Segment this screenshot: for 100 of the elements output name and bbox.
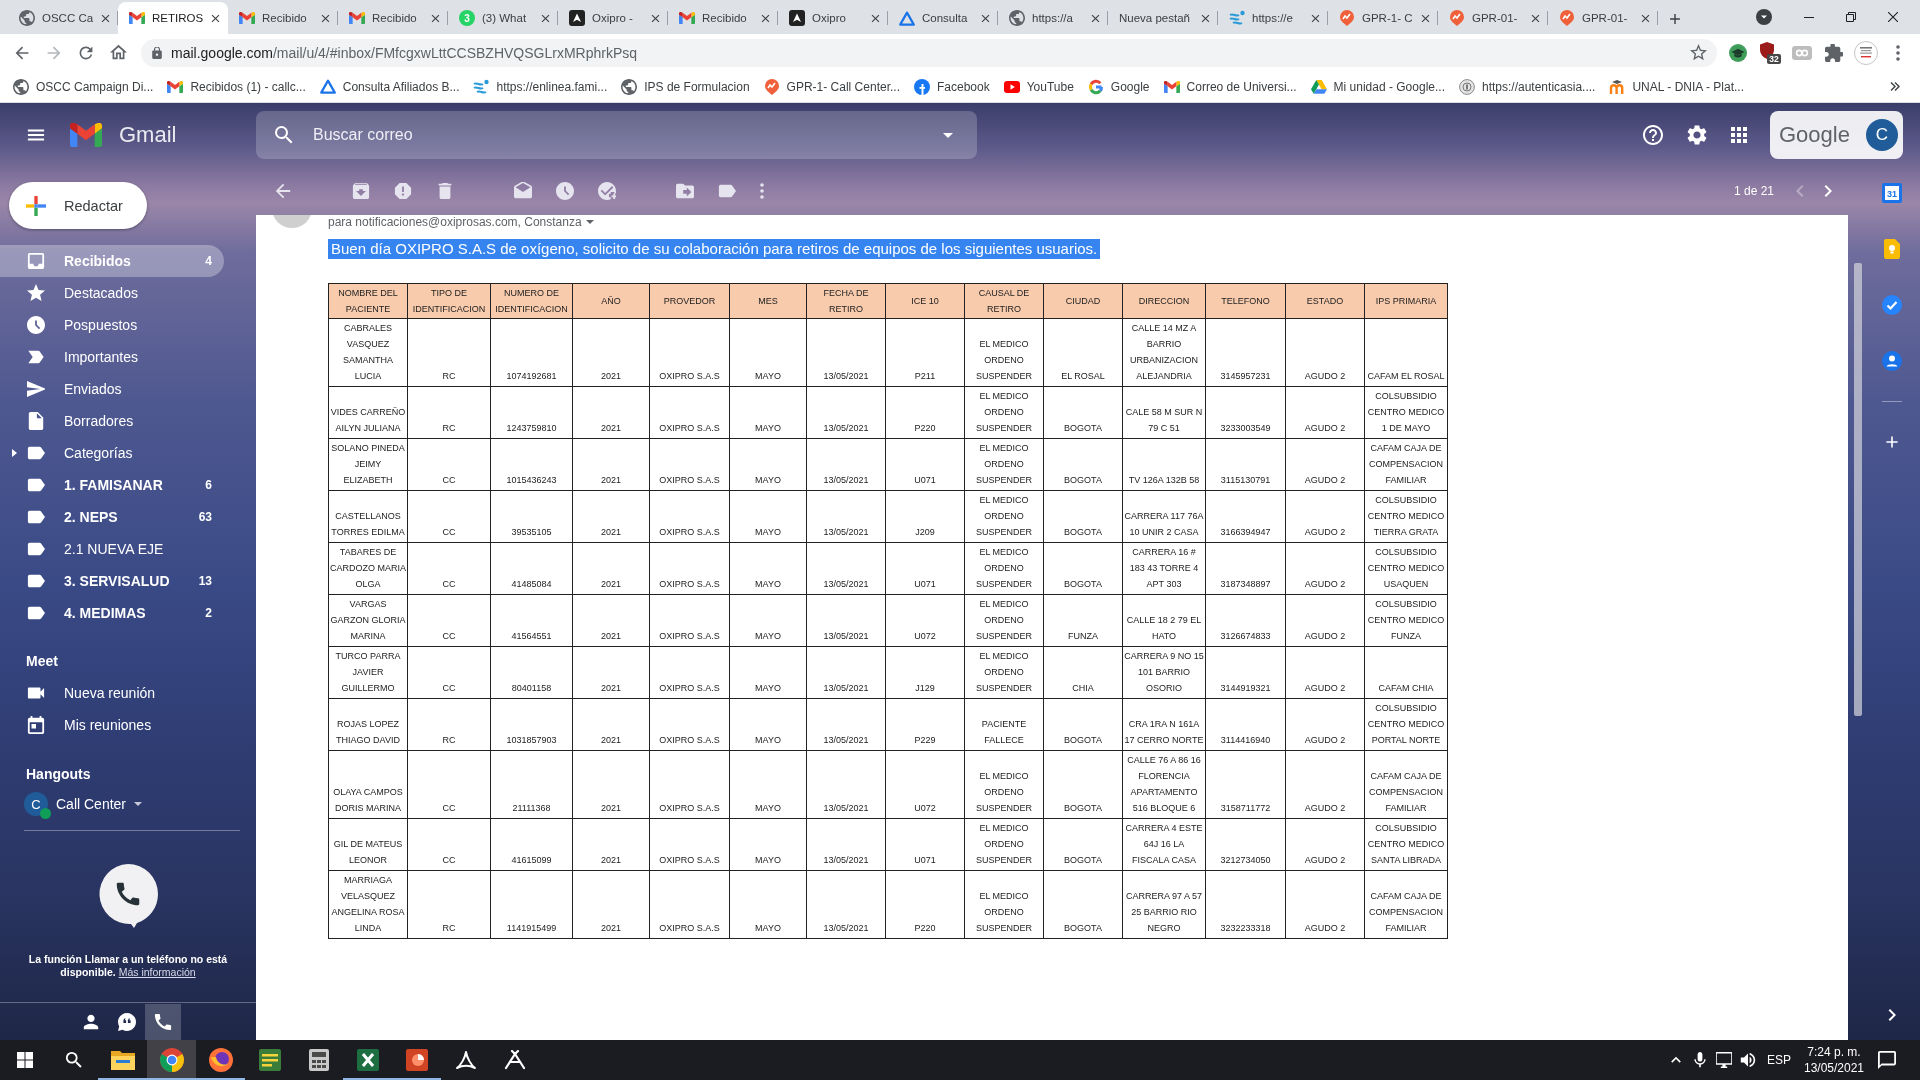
bookmark[interactable]: Correo de Universi... xyxy=(1156,72,1304,101)
nav-item[interactable]: Destacados xyxy=(0,277,224,309)
app-name[interactable]: Gmail xyxy=(119,121,177,148)
bookmark[interactable]: UNAL - DNIA - Plat... xyxy=(1602,72,1751,101)
browser-tab[interactable]: https://e xyxy=(1218,2,1328,34)
account-button[interactable]: Google C xyxy=(1770,110,1903,159)
browser-tab[interactable]: GPR-1- C xyxy=(1328,2,1438,34)
person-circle-icon[interactable] xyxy=(1882,351,1902,371)
archive-icon[interactable] xyxy=(352,181,370,200)
compose-button[interactable]: Redactar xyxy=(9,182,147,229)
restore-icon[interactable] xyxy=(1846,12,1856,22)
nav-item[interactable]: 2. NEPS 63 xyxy=(0,501,224,533)
bookmark[interactable]: IPS de Formulacion xyxy=(614,72,757,101)
language-indicator[interactable]: ESP xyxy=(1761,1053,1797,1067)
close-icon[interactable] xyxy=(210,12,221,24)
volume-icon[interactable] xyxy=(1740,1052,1756,1068)
browser-tab[interactable]: GPR-01- xyxy=(1438,2,1548,34)
search-options-icon[interactable] xyxy=(943,132,953,138)
close-icon[interactable] xyxy=(1420,12,1431,24)
close-icon[interactable] xyxy=(650,12,661,24)
calendar-app-icon[interactable]: 31 xyxy=(1882,183,1902,203)
caret-icon[interactable] xyxy=(585,220,594,224)
double-chevron-icon[interactable] xyxy=(1890,82,1900,91)
bookmark[interactable]: https://autenticasia.... xyxy=(1452,72,1603,101)
close-icon[interactable] xyxy=(980,12,991,24)
close-icon[interactable] xyxy=(100,12,111,24)
star-outline-icon[interactable] xyxy=(1690,44,1707,61)
browser-tab[interactable]: Nueva pestañ xyxy=(1108,2,1218,34)
browser-tab[interactable]: Recibido xyxy=(668,2,778,34)
expand-arrow-icon[interactable] xyxy=(12,449,18,457)
back-arrow-icon[interactable] xyxy=(274,181,292,200)
meet-item[interactable]: Nueva reunión xyxy=(0,677,224,709)
bookmark[interactable]: Facebook xyxy=(907,72,997,101)
close-icon[interactable] xyxy=(540,12,551,24)
bookmark[interactable]: Mi unidad - Google... xyxy=(1303,72,1452,101)
envelope-icon[interactable] xyxy=(514,181,532,200)
new-tab-icon[interactable] xyxy=(1668,12,1682,26)
close-icon[interactable] xyxy=(1200,12,1211,24)
nav-item[interactable]: 4. MEDIMAS 2 xyxy=(0,597,224,629)
nav-item[interactable]: 3. SERVISALUD 13 xyxy=(0,565,224,597)
nav-item[interactable]: 1. FAMISANAR 6 xyxy=(0,469,224,501)
clock-date[interactable]: 13/05/2021 xyxy=(1803,1060,1865,1076)
note-bulb-icon[interactable] xyxy=(1884,239,1900,259)
help-icon[interactable] xyxy=(1643,124,1663,145)
browser-tab[interactable]: OSCC Ca xyxy=(8,2,118,34)
close-icon[interactable] xyxy=(1530,12,1541,24)
user-name[interactable]: Call Center xyxy=(56,796,127,812)
add-task-icon[interactable] xyxy=(598,181,616,200)
puzzle-icon[interactable] xyxy=(1825,43,1843,62)
bookmark[interactable]: https://enlinea.fami... xyxy=(466,72,615,101)
nav-item[interactable]: 2.1 NUEVA EJE xyxy=(0,533,224,565)
caret-icon[interactable] xyxy=(134,802,143,806)
taskbar-button[interactable] xyxy=(147,1040,196,1080)
browser-tab[interactable]: GPR-01- xyxy=(1548,2,1658,34)
close-icon[interactable] xyxy=(760,12,771,24)
bookmark[interactable]: YouTube xyxy=(996,72,1081,101)
close-icon[interactable] xyxy=(1310,12,1321,24)
bookmark[interactable]: GPR-1- Call Center... xyxy=(756,72,907,101)
reload-icon[interactable] xyxy=(78,44,94,61)
apps-grid-icon[interactable] xyxy=(1731,126,1747,143)
account-avatar[interactable]: C xyxy=(1866,118,1898,151)
microphone-icon[interactable] xyxy=(1692,1052,1708,1068)
profile-avatar-icon[interactable] xyxy=(1854,40,1878,65)
browser-tab[interactable]: RETIROS xyxy=(118,2,228,34)
close-icon[interactable] xyxy=(320,12,331,24)
bookmark[interactable]: Google xyxy=(1080,72,1157,101)
close-icon[interactable] xyxy=(1090,12,1101,24)
graduation-cap-icon[interactable] xyxy=(1729,43,1747,62)
browser-tab[interactable]: https://a xyxy=(998,2,1108,34)
meet-item[interactable]: Mis reuniones xyxy=(0,709,224,741)
more-icon[interactable] xyxy=(760,182,764,199)
search-icon[interactable] xyxy=(64,1051,83,1069)
report-spam-icon[interactable] xyxy=(394,181,412,200)
folder-move-icon[interactable] xyxy=(676,181,694,200)
nav-item[interactable]: Borradores xyxy=(0,405,224,437)
close-icon[interactable] xyxy=(1888,12,1898,22)
delete-icon[interactable] xyxy=(436,181,454,200)
bookmark[interactable]: Consulta Afiliados B... xyxy=(312,72,467,101)
back-arrow-icon[interactable] xyxy=(14,44,30,61)
close-icon[interactable] xyxy=(430,12,441,24)
clock-time[interactable]: 7:24 p. m. xyxy=(1807,1044,1861,1060)
bookmark[interactable]: OSCC Campaign Di... xyxy=(6,72,161,101)
tab-search-icon[interactable] xyxy=(1756,9,1772,25)
nav-item[interactable]: Pospuestos xyxy=(0,309,224,341)
minimize-icon[interactable] xyxy=(1804,16,1814,18)
nav-item[interactable]: Importantes xyxy=(0,341,224,373)
home-icon[interactable] xyxy=(110,44,127,61)
clock-icon[interactable] xyxy=(556,181,574,200)
add-icon[interactable] xyxy=(1884,434,1900,450)
browser-tab[interactable]: 3 (3) What xyxy=(448,2,558,34)
browser-tab[interactable]: Oxipro - xyxy=(558,2,668,34)
browser-tab[interactable]: Consulta xyxy=(888,2,998,34)
settings-icon[interactable] xyxy=(1687,124,1707,145)
browser-tab[interactable]: Recibido xyxy=(228,2,338,34)
browser-tab[interactable]: Oxipro xyxy=(778,2,888,34)
address-field[interactable]: mail.google.com/mail/u/4/#inbox/FMfcgxwLttCCSBZHVQSGLrxMRphrkPsq xyxy=(141,38,1717,67)
network-icon[interactable] xyxy=(1716,1052,1732,1068)
nav-item[interactable]: Enviados xyxy=(0,373,224,405)
more-info-link[interactable]: Más información xyxy=(118,966,196,978)
hangouts-tab[interactable] xyxy=(145,1003,181,1040)
